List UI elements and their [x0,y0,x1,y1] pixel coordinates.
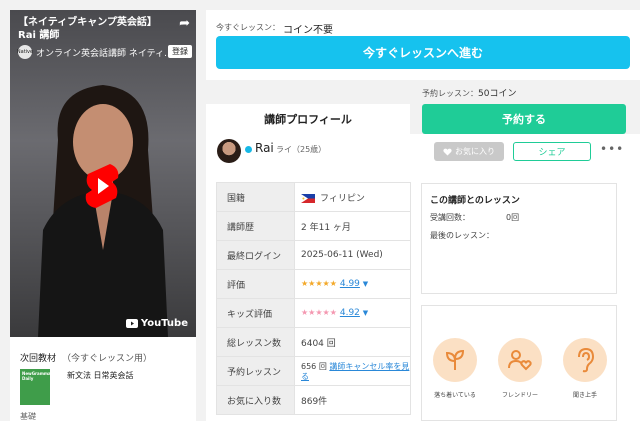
trait-label: 聞き上手 [572,392,597,399]
total-lessons-value: 6404 回 [294,327,411,357]
share-button[interactable]: シェア [513,142,591,161]
favorites-value: 869件 [294,385,411,415]
instant-lesson-panel: 今すぐレッスン： コイン不要 今すぐレッスンへ進む [206,10,640,80]
favorite-button-label: お気に入り [455,147,495,156]
table-row: 最終ログイン 2025-06-11 (Wed) [216,240,411,270]
heart-icon [443,148,452,156]
last-login-value: 2025-06-11 (Wed) [294,240,411,270]
reserve-price-label: 予約レッスン： [422,89,478,98]
lesson-count-value: 0回 [506,213,520,222]
last-lesson-label: 最後のレッスン： [430,231,494,240]
instant-lesson-button[interactable]: 今すぐレッスンへ進む [216,36,630,69]
tab-teacher-profile[interactable]: 講師プロフィール [206,104,410,134]
reserve-price-value: 50コイン [478,89,517,99]
online-status-dot [245,146,252,153]
shorts-play-icon[interactable] [82,162,122,210]
youtube-icon [125,319,138,328]
channel-icon: Native [17,45,33,59]
table-row: 評価 ★★★★★ 4.99 ▼ [216,269,411,299]
channel-name: オンライン英会話講師 ネイティ... [36,48,173,59]
ear-icon [563,338,607,382]
instant-lesson-price: コイン不要 [283,25,333,36]
video-player[interactable]: 【ネイティブキャンプ英会話】Rai 講師 ➦ Native オンライン英会話講師… [10,10,196,337]
nationality-value: フィリピン [294,182,411,212]
reserved-lessons-label: 予約レッスン [216,356,295,386]
caret-down-icon[interactable]: ▼ [363,280,368,288]
next-material-heading: 次回教材 （今すぐレッスン用） [20,351,186,364]
trait-item: フレンドリー [495,338,545,399]
philippines-flag-icon [301,193,315,203]
next-material-panel: 次回教材 （今すぐレッスン用） NewGrammar Daily 新文法 日常英会… [10,337,196,421]
kids-rating-value: ★★★★★ 4.92 ▼ [294,298,411,328]
reserve-button[interactable]: 予約する [422,104,626,134]
favorite-button[interactable]: お気に入り [434,142,504,161]
kids-rating-link[interactable]: 4.92 [340,308,360,318]
sprout-icon [433,338,477,382]
reserved-lessons-value: 656 回 講師キャンセル率を見る [294,356,411,386]
friends-icon [498,338,542,382]
profile-info-table: 国籍 フィリピン 講師歴 2 年11 ヶ月 最終ログイン 2025-06-11 … [216,182,411,415]
trait-label: フレンドリー [501,392,538,399]
trait-item: 聞き上手 [560,338,610,399]
experience-label: 講師歴 [216,211,295,241]
book-level: 基礎 [20,412,36,421]
rating-link[interactable]: 4.99 [340,279,360,289]
last-login-label: 最終ログイン [216,240,295,270]
video-title: 【ネイティブキャンプ英会話】Rai 講師 [18,17,157,41]
reserved-lessons-count: 656 回 [301,362,327,371]
table-row: 国籍 フィリピン [216,182,411,212]
rating-stars-icon: ★★★★★ [301,279,337,288]
rating-value: ★★★★★ 4.99 ▼ [294,269,411,299]
favorites-label: お気に入り数 [216,385,295,415]
trait-item: 落ち着いている [430,338,480,399]
more-options-icon[interactable]: ••• [600,142,624,156]
caret-down-icon[interactable]: ▼ [363,309,368,317]
youtube-logo[interactable]: YouTube [125,318,188,329]
instant-lesson-label: 今すぐレッスン： [216,23,280,32]
lessons-with-teacher-title: この講師とのレッスン [430,196,520,206]
reserve-price: 予約レッスン：50コイン [422,86,516,99]
table-row: 講師歴 2 年11 ヶ月 [216,211,411,241]
avatar [217,139,241,163]
table-row: 総レッスン数 6404 回 [216,327,411,357]
kids-rating-stars-icon: ★★★★★ [301,308,337,317]
table-row: 予約レッスン 656 回 講師キャンセル率を見る [216,356,411,386]
total-lessons-label: 総レッスン数 [216,327,295,357]
share-icon[interactable]: ➦ [179,16,190,31]
table-row: キッズ評価 ★★★★★ 4.92 ▼ [216,298,411,328]
video-channel[interactable]: Native オンライン英会話講師 ネイティ... [17,45,173,59]
lesson-count-label: 受講回数： [430,213,470,222]
lessons-with-teacher-panel: この講師とのレッスン 受講回数： 0回 最後のレッスン： [421,183,617,294]
teacher-name: Rai [255,141,274,155]
subscribe-button[interactable]: 登録 [168,45,192,58]
teacher-kana-age: ライ（25歳） [276,145,327,154]
experience-value: 2 年11 ヶ月 [294,211,411,241]
table-row: お気に入り数 869件 [216,385,411,415]
nationality-text: フィリピン [320,193,365,204]
book-title[interactable]: 新文法 日常英会話 [67,370,134,381]
traits-panel: 落ち着いている フレンドリー 聞き上手 [421,305,617,421]
kids-rating-label: キッズ評価 [216,298,295,328]
youtube-brand-text: YouTube [140,318,188,329]
trait-label: 落ち着いている [434,392,476,399]
next-material-title: 次回教材 [20,354,57,364]
book-cover[interactable]: NewGrammar Daily [20,369,53,405]
nationality-label: 国籍 [216,182,295,212]
next-material-subtitle: （今すぐレッスン用） [62,354,153,364]
rating-label: 評価 [216,269,295,299]
